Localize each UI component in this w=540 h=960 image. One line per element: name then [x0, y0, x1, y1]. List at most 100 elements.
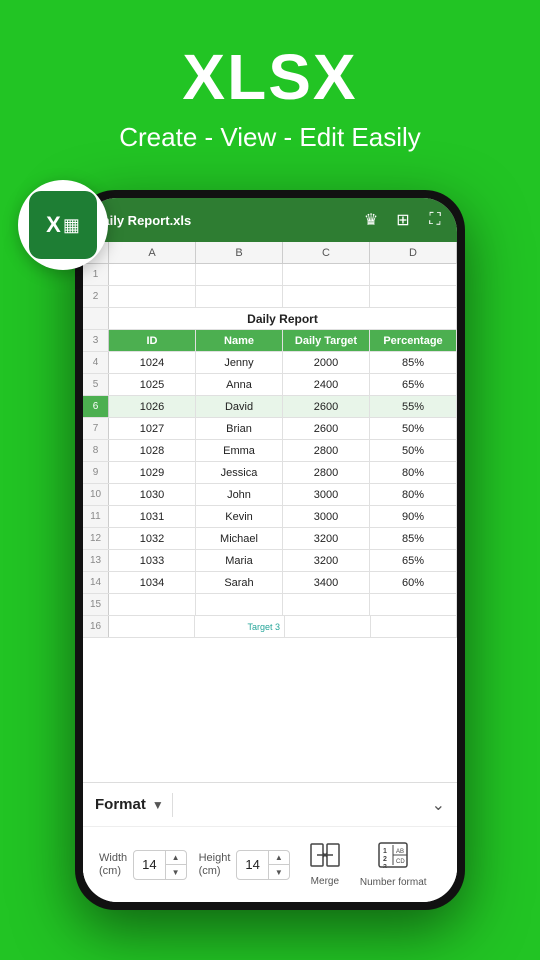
- cell-16c[interactable]: [285, 616, 371, 637]
- cell-6a[interactable]: 1026: [109, 396, 196, 417]
- row-num-6: 6: [83, 396, 109, 417]
- sheet-row-13: 13 1033 Maria 3200 65%: [83, 550, 457, 572]
- cell-16a[interactable]: [109, 616, 195, 637]
- cell-12c[interactable]: 3200: [283, 528, 370, 549]
- format-dropdown[interactable]: Format ▼: [95, 796, 164, 813]
- cell-2a[interactable]: [109, 286, 196, 307]
- cell-14d[interactable]: 60%: [370, 572, 457, 593]
- cell-14b[interactable]: Sarah: [196, 572, 283, 593]
- cell-10b[interactable]: John: [196, 484, 283, 505]
- cell-11a[interactable]: 1031: [109, 506, 196, 527]
- cell-15a[interactable]: [109, 594, 196, 615]
- cell-7a[interactable]: 1027: [109, 418, 196, 439]
- width-down-arrow[interactable]: ▼: [166, 865, 186, 880]
- cell-15d[interactable]: [370, 594, 457, 615]
- row-num-10: 10: [83, 484, 109, 505]
- cell-7c[interactable]: 2600: [283, 418, 370, 439]
- cell-14a[interactable]: 1034: [109, 572, 196, 593]
- cell-14c[interactable]: 3400: [283, 572, 370, 593]
- bottom-toolbar: Format ▼ ⌄ Width(cm) 14 ▲ ▼: [83, 782, 457, 902]
- cell-13a[interactable]: 1033: [109, 550, 196, 571]
- cell-9b[interactable]: Jessica: [196, 462, 283, 483]
- crown-icon[interactable]: ♛: [359, 210, 383, 230]
- cell-4d[interactable]: 85%: [370, 352, 457, 373]
- row-num-3: 3: [83, 330, 109, 351]
- width-spinner-arrows[interactable]: ▲ ▼: [166, 850, 186, 880]
- sheet-row-10: 10 1030 John 3000 80%: [83, 484, 457, 506]
- number-format-button[interactable]: 1 2 3 AB CD Number format: [360, 842, 427, 888]
- height-up-arrow[interactable]: ▲: [269, 850, 289, 865]
- cell-2c[interactable]: [283, 286, 370, 307]
- cell-6c[interactable]: 2600: [283, 396, 370, 417]
- table-icon[interactable]: ⊞: [391, 210, 415, 230]
- svg-text:3: 3: [383, 864, 387, 868]
- cell-2b[interactable]: [196, 286, 283, 307]
- row-num-8: 8: [83, 440, 109, 461]
- cell-13c[interactable]: 3200: [283, 550, 370, 571]
- header-daily-target[interactable]: Daily Target: [283, 330, 370, 351]
- cell-1d[interactable]: [370, 264, 457, 285]
- cell-16d[interactable]: [371, 616, 457, 637]
- cell-9d[interactable]: 80%: [370, 462, 457, 483]
- header-name[interactable]: Name: [196, 330, 283, 351]
- cell-4c[interactable]: 2000: [283, 352, 370, 373]
- cell-5b[interactable]: Anna: [196, 374, 283, 395]
- height-spinner[interactable]: 14 ▲ ▼: [236, 850, 289, 880]
- cell-7d[interactable]: 50%: [370, 418, 457, 439]
- width-up-arrow[interactable]: ▲: [166, 850, 186, 865]
- cell-11b[interactable]: Kevin: [196, 506, 283, 527]
- cell-8d[interactable]: 50%: [370, 440, 457, 461]
- merge-button[interactable]: Merge: [310, 843, 340, 887]
- cell-8c[interactable]: 2800: [283, 440, 370, 461]
- cell-9a[interactable]: 1029: [109, 462, 196, 483]
- cell-4a[interactable]: 1024: [109, 352, 196, 373]
- cell-8b[interactable]: Emma: [196, 440, 283, 461]
- cell-10d[interactable]: 80%: [370, 484, 457, 505]
- phone-screen: Daily Report.xls ♛ ⊞ ⛶ A B C D 1: [83, 198, 457, 902]
- cell-15c[interactable]: [283, 594, 370, 615]
- cell-12b[interactable]: Michael: [196, 528, 283, 549]
- cell-5d[interactable]: 65%: [370, 374, 457, 395]
- cell-15b[interactable]: [196, 594, 283, 615]
- cell-10c[interactable]: 3000: [283, 484, 370, 505]
- cell-8a[interactable]: 1028: [109, 440, 196, 461]
- sheet-row-16: 16 Target 3: [83, 616, 457, 638]
- cell-11c[interactable]: 3000: [283, 506, 370, 527]
- cell-6b[interactable]: David: [196, 396, 283, 417]
- format-label: Format: [95, 796, 146, 813]
- cell-1b[interactable]: [196, 264, 283, 285]
- height-spinner-arrows[interactable]: ▲ ▼: [269, 850, 289, 880]
- cell-9c[interactable]: 2800: [283, 462, 370, 483]
- spreadsheet-title[interactable]: Daily Report: [109, 308, 457, 329]
- phone-frame: Daily Report.xls ♛ ⊞ ⛶ A B C D 1: [75, 190, 465, 910]
- hero-subtitle: Create - View - Edit Easily: [0, 122, 540, 153]
- cell-10a[interactable]: 1030: [109, 484, 196, 505]
- row-num-4: 4: [83, 352, 109, 373]
- cell-1c[interactable]: [283, 264, 370, 285]
- height-control: Height(cm) 14 ▲ ▼: [199, 850, 290, 880]
- cell-7b[interactable]: Brian: [196, 418, 283, 439]
- cell-13b[interactable]: Maria: [196, 550, 283, 571]
- cell-13d[interactable]: 65%: [370, 550, 457, 571]
- header-percentage[interactable]: Percentage: [370, 330, 457, 351]
- svg-text:2: 2: [383, 856, 387, 863]
- cell-12d[interactable]: 85%: [370, 528, 457, 549]
- fullscreen-icon[interactable]: ⛶: [423, 211, 447, 229]
- cell-16b[interactable]: Target 3: [195, 616, 285, 637]
- cell-11d[interactable]: 90%: [370, 506, 457, 527]
- toolbar-bottom: Width(cm) 14 ▲ ▼ Height(cm): [83, 827, 457, 902]
- cell-1a[interactable]: [109, 264, 196, 285]
- width-spinner[interactable]: 14 ▲ ▼: [133, 850, 186, 880]
- cell-2d[interactable]: [370, 286, 457, 307]
- number-format-icon: 1 2 3 AB CD: [378, 842, 408, 874]
- height-down-arrow[interactable]: ▼: [269, 865, 289, 880]
- dropdown-arrow-icon[interactable]: ▼: [152, 798, 164, 812]
- cell-5c[interactable]: 2400: [283, 374, 370, 395]
- cell-4b[interactable]: Jenny: [196, 352, 283, 373]
- cell-5a[interactable]: 1025: [109, 374, 196, 395]
- app-logo: X ▦: [18, 180, 108, 270]
- cell-12a[interactable]: 1032: [109, 528, 196, 549]
- header-id[interactable]: ID: [109, 330, 196, 351]
- toolbar-chevron-icon[interactable]: ⌄: [432, 795, 445, 815]
- cell-6d[interactable]: 55%: [370, 396, 457, 417]
